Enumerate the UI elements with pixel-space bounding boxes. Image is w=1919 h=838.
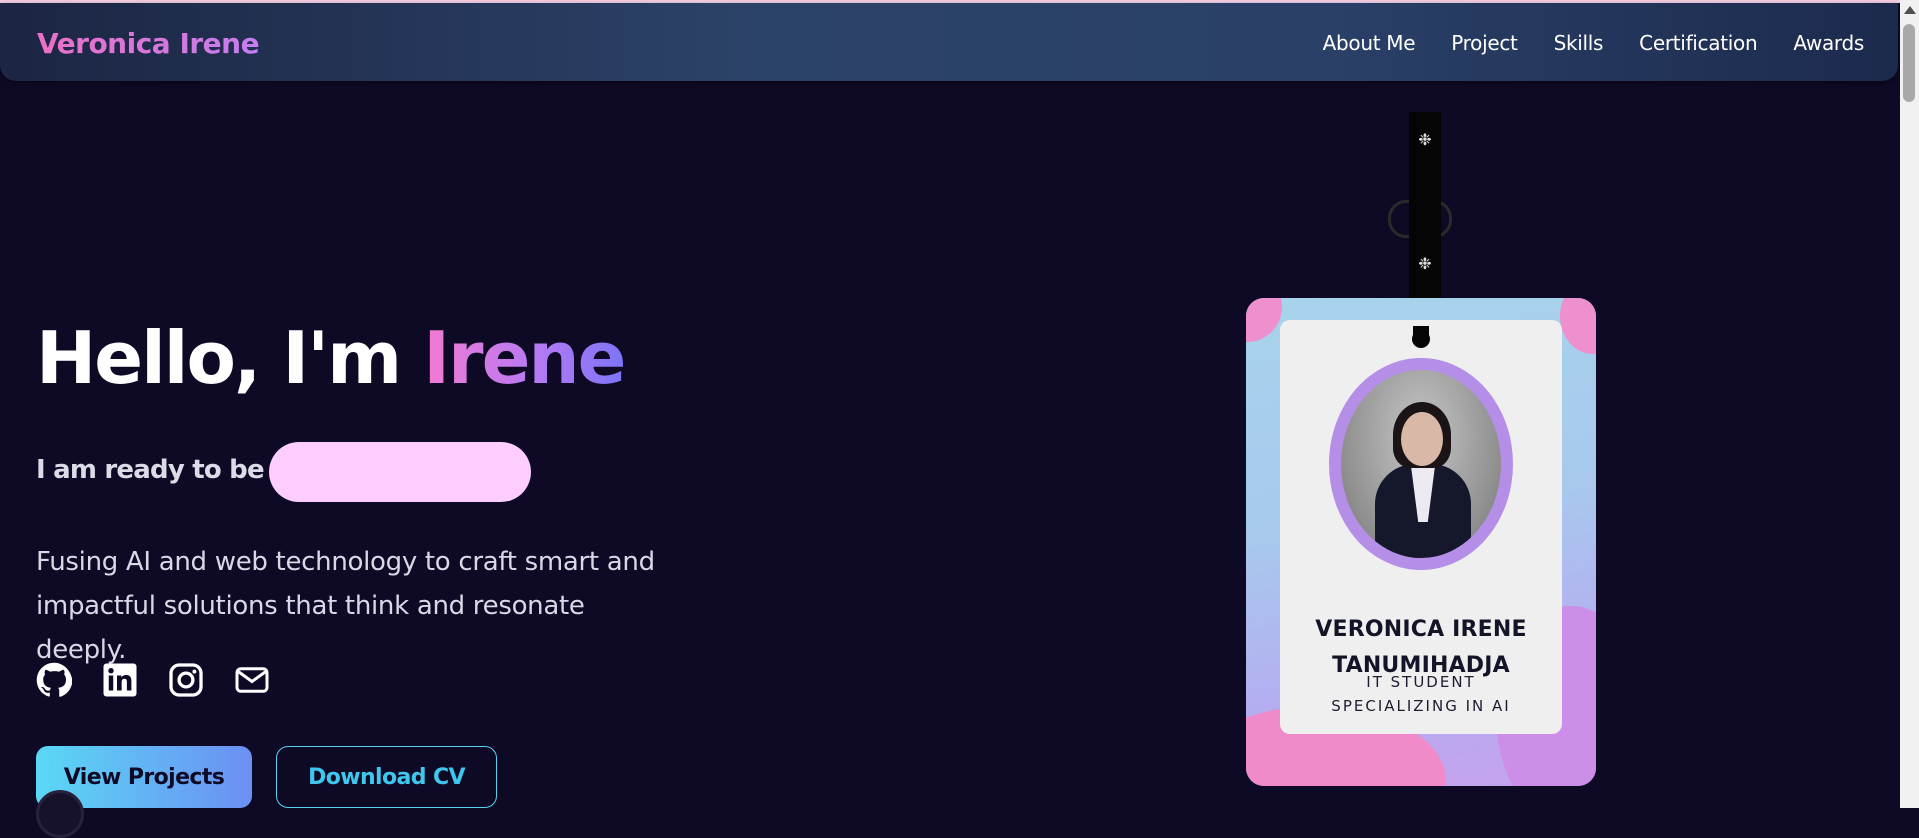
nav-link-awards[interactable]: Awards	[1793, 31, 1864, 55]
lanyard-hook	[1413, 326, 1429, 346]
navbar: Veronica Irene About Me Project Skills C…	[0, 3, 1898, 81]
hero-name: Irene	[423, 316, 626, 400]
decor-blob	[1560, 298, 1596, 354]
nav-link-certification[interactable]: Certification	[1639, 31, 1757, 55]
typing-role-pill	[269, 442, 531, 502]
ready-text: I am ready to be a	[36, 455, 290, 485]
nav-link-skills[interactable]: Skills	[1554, 31, 1604, 55]
mail-icon[interactable]	[234, 662, 270, 698]
badge-role: IT STUDENT SPECIALIZING IN AI	[1280, 670, 1562, 718]
nav-link-about-me[interactable]: About Me	[1323, 31, 1416, 55]
brand-logo[interactable]: Veronica Irene	[37, 27, 260, 60]
badge-role-line-2: SPECIALIZING IN AI	[1331, 697, 1511, 715]
profile-photo-frame	[1329, 358, 1513, 570]
linkedin-icon[interactable]	[102, 662, 138, 698]
photo-person-face	[1401, 412, 1443, 466]
github-icon[interactable]	[36, 662, 72, 698]
badge-role-line-1: IT STUDENT	[1366, 673, 1476, 691]
hero-tagline: Fusing AI and web technology to craft sm…	[36, 547, 655, 665]
scroll-thumb[interactable]	[1903, 24, 1915, 102]
scroll-up-arrow-icon[interactable]	[1904, 6, 1916, 14]
lanyard-logo-icon: ❉	[1418, 130, 1432, 149]
hero-greeting: Hello, I'm	[36, 316, 424, 400]
vertical-scrollbar[interactable]	[1900, 0, 1919, 808]
decor-blob	[1246, 298, 1282, 342]
floating-chat-button[interactable]	[36, 790, 84, 838]
hero-title: Hello, I'm Irene	[36, 322, 626, 394]
nav-link-project[interactable]: Project	[1451, 31, 1518, 55]
badge-inner-card: VERONICA IRENE TANUMIHADJA IT STUDENT SP…	[1280, 320, 1562, 734]
nav-links: About Me Project Skills Certification Aw…	[1323, 31, 1865, 55]
download-cv-button[interactable]: Download CV	[276, 746, 497, 808]
instagram-icon[interactable]	[168, 662, 204, 698]
badge-name-line-1: VERONICA IRENE	[1315, 617, 1527, 642]
id-badge-card[interactable]: VERONICA IRENE TANUMIHADJA IT STUDENT SP…	[1246, 298, 1596, 786]
lanyard-logo-icon: ❉	[1418, 254, 1432, 273]
profile-photo	[1341, 370, 1501, 558]
social-links	[36, 662, 270, 698]
